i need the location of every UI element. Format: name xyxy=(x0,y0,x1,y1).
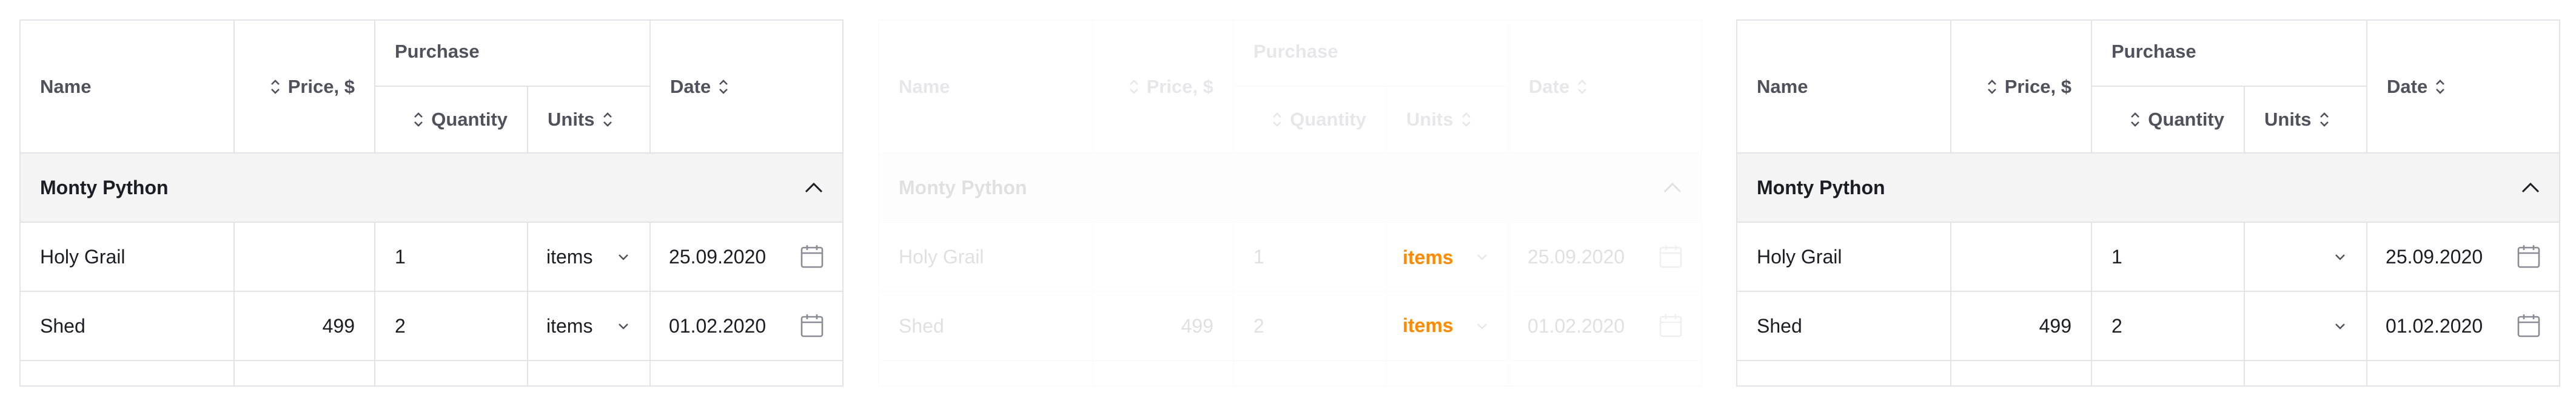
cell-units-select[interactable]: items xyxy=(526,291,651,361)
chevron-down-icon xyxy=(2335,323,2345,330)
sort-icon xyxy=(1273,112,1282,127)
cell-quantity[interactable]: 2 xyxy=(2091,291,2245,361)
chevron-down-icon xyxy=(2335,254,2345,260)
calendar-icon[interactable] xyxy=(1659,244,1683,269)
group-row[interactable]: Monty Python xyxy=(877,152,1703,223)
cell-quantity[interactable]: 2 xyxy=(1233,291,1387,361)
table-row: Holy Grail 1 items 25.09.2020 xyxy=(878,222,1703,292)
calendar-icon[interactable] xyxy=(2517,244,2541,269)
cell-name[interactable]: Shed xyxy=(878,291,1093,361)
column-header-name[interactable]: Name xyxy=(19,19,235,154)
chevron-down-icon xyxy=(619,323,628,330)
cell-name[interactable]: Holy Grail xyxy=(19,222,235,292)
data-table: Name Price, $ Purchase Date Quantity Uni… xyxy=(877,19,1703,387)
chevron-up-icon[interactable] xyxy=(803,180,824,195)
sort-icon xyxy=(414,112,423,127)
column-header-units[interactable]: Units xyxy=(2243,86,2368,154)
cell-price[interactable] xyxy=(233,222,375,292)
group-row[interactable]: Monty Python xyxy=(19,152,844,223)
chevron-up-icon[interactable] xyxy=(1662,180,1683,195)
cell-price[interactable] xyxy=(1950,222,2092,292)
cell-units-select[interactable]: items xyxy=(526,222,651,292)
sort-icon xyxy=(2319,112,2329,127)
calendar-icon[interactable] xyxy=(800,244,824,269)
cell-date[interactable]: 25.09.2020 xyxy=(2366,222,2561,292)
column-header-date[interactable]: Date xyxy=(1508,19,1703,154)
chevron-down-icon xyxy=(1477,323,1487,330)
group-title: Monty Python xyxy=(40,176,169,198)
group-row[interactable]: Monty Python xyxy=(1736,152,2561,223)
cell-date[interactable]: 01.02.2020 xyxy=(2366,291,2561,361)
cell-date[interactable]: 25.09.2020 xyxy=(649,222,844,292)
sort-icon xyxy=(1987,79,1996,94)
table-panel-normal: Name Price, $ Purchase Date Quantity Uni… xyxy=(19,19,844,403)
table-row: Shed 499 2 01.02.2020 xyxy=(1736,291,2561,361)
table-row: Shed 499 2 items 01.02.2020 xyxy=(19,291,844,361)
calendar-icon[interactable] xyxy=(800,313,824,339)
column-header-price[interactable]: Price, $ xyxy=(1092,19,1234,154)
cell-date[interactable]: 01.02.2020 xyxy=(1508,291,1703,361)
cell-quantity[interactable]: 1 xyxy=(374,222,528,292)
column-header-units[interactable]: Units xyxy=(526,86,651,154)
table-panel-faded: Name Price, $ Purchase Date Quantity Uni… xyxy=(877,19,1703,403)
table-row: Holy Grail 1 25.09.2020 xyxy=(1736,222,2561,292)
column-header-name[interactable]: Name xyxy=(1736,19,1951,154)
column-header-units[interactable]: Units xyxy=(1385,86,1510,154)
table-row: Shed 499 2 items 01.02.2020 xyxy=(878,291,1703,361)
sort-icon xyxy=(270,79,280,94)
cell-name[interactable]: Holy Grail xyxy=(1736,222,1951,292)
sort-icon xyxy=(603,112,612,127)
column-header-price[interactable]: Price, $ xyxy=(1950,19,2092,154)
cell-name[interactable]: Holy Grail xyxy=(878,222,1093,292)
cell-date[interactable]: 25.09.2020 xyxy=(1508,222,1703,292)
cell-name[interactable]: Shed xyxy=(19,291,235,361)
cell-quantity[interactable]: 2 xyxy=(374,291,528,361)
calendar-icon[interactable] xyxy=(2517,313,2541,339)
cell-price[interactable]: 499 xyxy=(1950,291,2092,361)
group-title: Monty Python xyxy=(1757,176,1885,198)
column-header-price[interactable]: Price, $ xyxy=(233,19,375,154)
data-table: Name Price, $ Purchase Date Quantity Uni… xyxy=(19,19,844,387)
table-panel-units-empty: Name Price, $ Purchase Date Quantity Uni… xyxy=(1736,19,2561,403)
chevron-down-icon xyxy=(619,254,628,260)
data-table: Name Price, $ Purchase Date Quantity Uni… xyxy=(1736,19,2561,387)
group-title: Monty Python xyxy=(899,176,1027,198)
cell-units-select[interactable] xyxy=(2243,222,2368,292)
cell-units-select[interactable] xyxy=(2243,291,2368,361)
cell-quantity[interactable]: 1 xyxy=(2091,222,2245,292)
column-header-date[interactable]: Date xyxy=(649,19,844,154)
cell-date[interactable]: 01.02.2020 xyxy=(649,291,844,361)
column-group-purchase: Purchase xyxy=(374,19,651,87)
column-group-purchase: Purchase xyxy=(2090,19,2368,87)
column-group-purchase: Purchase xyxy=(1232,19,1510,87)
column-header-name[interactable]: Name xyxy=(878,19,1093,154)
cell-price[interactable] xyxy=(1092,222,1234,292)
cell-quantity[interactable]: 1 xyxy=(1233,222,1387,292)
units-highlight: items xyxy=(1403,314,1454,336)
table-row: Holy Grail 1 items 25.09.2020 xyxy=(19,222,844,292)
cell-price[interactable]: 499 xyxy=(233,291,375,361)
sort-icon xyxy=(2436,79,2445,94)
cell-price[interactable]: 499 xyxy=(1092,291,1234,361)
sort-icon xyxy=(2131,112,2140,127)
sort-icon xyxy=(1461,112,1471,127)
chevron-up-icon[interactable] xyxy=(2520,180,2541,195)
chevron-down-icon xyxy=(1477,254,1487,260)
column-header-quantity[interactable]: Quantity xyxy=(2091,86,2245,154)
column-header-quantity[interactable]: Quantity xyxy=(1233,86,1387,154)
sort-icon xyxy=(1578,79,1587,94)
sort-icon xyxy=(719,79,728,94)
units-highlight: items xyxy=(1403,246,1454,268)
column-header-date[interactable]: Date xyxy=(2366,19,2561,154)
calendar-icon[interactable] xyxy=(1659,313,1683,339)
cell-name[interactable]: Shed xyxy=(1736,291,1951,361)
sort-icon xyxy=(1129,79,1138,94)
column-header-quantity[interactable]: Quantity xyxy=(374,86,528,154)
